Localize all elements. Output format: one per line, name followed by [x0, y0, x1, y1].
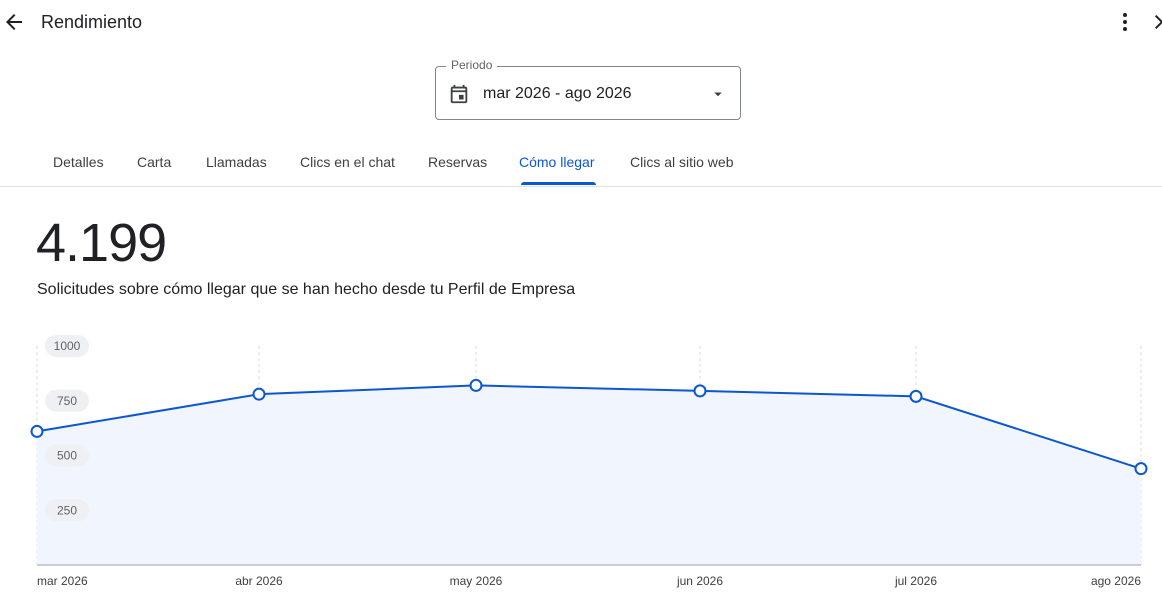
y-tick-250: 250: [45, 499, 89, 522]
period-value: mar 2026 - ago 2026: [483, 85, 632, 102]
more-vert-icon: [1123, 13, 1127, 31]
tab-carta[interactable]: Carta: [137, 154, 171, 170]
back-button[interactable]: [2, 10, 26, 34]
tab-clics-sitio-web[interactable]: Clics al sitio web: [630, 154, 733, 170]
area-fill: [37, 385, 1141, 565]
close-button[interactable]: [1150, 10, 1162, 34]
data-point-jun-2026: [693, 384, 707, 398]
tab-reservas[interactable]: Reservas: [428, 154, 487, 170]
x-tick-label: jul 2026: [894, 574, 937, 588]
active-tab-indicator: [521, 182, 596, 185]
x-tick-label: mar 2026: [37, 574, 88, 588]
y-tick-label: 250: [57, 503, 77, 517]
tab-bar: Detalles Carta Llamadas Clics en el chat…: [0, 138, 1162, 187]
data-point-mar-2026: [30, 424, 44, 438]
arrow-back-icon: [6, 14, 22, 30]
directions-chart: 250 500 750 1000 mar 2026 abr 2026 may 2026 jun…: [30, 335, 1148, 588]
y-tick-label: 500: [57, 449, 77, 463]
y-tick-750: 750: [45, 389, 89, 412]
y-tick-500: 500: [45, 444, 89, 467]
x-tick-label: jun 2026: [676, 574, 723, 588]
x-tick-label: ago 2026: [1091, 574, 1141, 588]
data-point-jul-2026: [909, 389, 923, 403]
x-tick-label: may 2026: [450, 574, 503, 588]
data-point-ago-2026: [1134, 462, 1148, 476]
close-icon: [1155, 15, 1162, 29]
tab-detalles[interactable]: Detalles: [53, 154, 104, 170]
period-select[interactable]: Periodo mar 2026 - ago 2026: [435, 58, 741, 120]
page-title: Rendimiento: [41, 12, 143, 32]
data-point-abr-2026: [252, 387, 266, 401]
tab-llamadas[interactable]: Llamadas: [206, 154, 267, 170]
period-label: Periodo: [446, 58, 498, 72]
calendar-icon: [450, 84, 468, 104]
x-tick-label: abr 2026: [235, 574, 283, 588]
tab-como-llegar[interactable]: Cómo llegar: [519, 154, 594, 170]
y-tick-label: 750: [57, 394, 77, 408]
y-tick-label: 1000: [54, 339, 81, 353]
more-options-button[interactable]: [1113, 10, 1137, 34]
y-tick-1000: 1000: [45, 335, 89, 357]
top-bar: Rendimiento: [0, 0, 1162, 44]
metric-description: Solicitudes sobre cómo llegar que se han…: [37, 281, 576, 298]
total-count: 4.199: [36, 213, 167, 273]
arrow-drop-down-icon: [714, 92, 722, 97]
tab-clics-chat[interactable]: Clics en el chat: [300, 154, 395, 170]
data-point-may-2026: [469, 378, 483, 392]
